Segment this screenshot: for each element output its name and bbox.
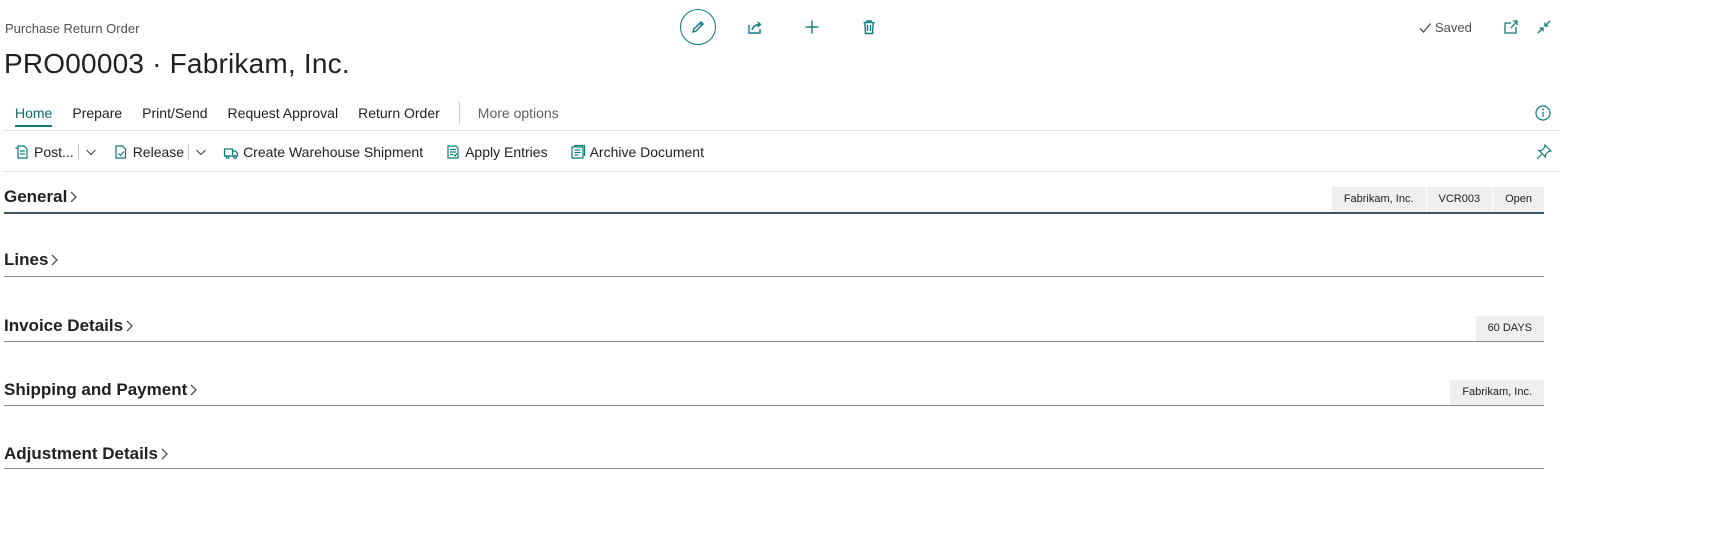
delete-button[interactable] bbox=[851, 9, 887, 45]
new-button[interactable] bbox=[794, 9, 830, 45]
chevron-right-icon bbox=[126, 320, 133, 332]
section-lines: Lines bbox=[4, 250, 1544, 277]
status-badge: Open bbox=[1492, 187, 1544, 212]
tab-request-approval[interactable]: Request Approval bbox=[218, 101, 349, 127]
ship-to-badge: Fabrikam, Inc. bbox=[1449, 380, 1544, 405]
vendor-cr-no-badge: VCR003 bbox=[1425, 187, 1493, 212]
section-title-general: General bbox=[4, 187, 68, 206]
edit-icon bbox=[692, 21, 704, 33]
section-invoice-details: Invoice Details 60 DAYS bbox=[4, 316, 1544, 343]
pin-action-bar-button[interactable] bbox=[1535, 143, 1553, 161]
saved-status: Saved bbox=[1418, 20, 1472, 35]
section-general: General Fabrikam, Inc. VCR003 Open bbox=[4, 187, 1544, 214]
purchase-return-order-page: Purchase Return Order PRO00003 · Fabrika… bbox=[0, 0, 1717, 541]
collapse-button[interactable] bbox=[1535, 18, 1553, 36]
archive-document-label: Archive Document bbox=[589, 144, 704, 160]
split-divider bbox=[77, 144, 79, 160]
section-underline bbox=[4, 405, 1544, 406]
more-options-button[interactable]: More options bbox=[468, 101, 569, 127]
invoice-details-summary-badges: 60 DAYS bbox=[1474, 316, 1544, 341]
chevron-right-icon bbox=[190, 384, 198, 396]
section-adjustment-details: Adjustment Details bbox=[4, 444, 1544, 471]
section-shipping-and-payment: Shipping and Payment Fabrikam, Inc. bbox=[4, 380, 1544, 407]
create-warehouse-shipment-button[interactable]: Create Warehouse Shipment bbox=[223, 144, 423, 160]
section-underline bbox=[4, 468, 1544, 469]
open-in-new-window-icon bbox=[1504, 20, 1518, 34]
page-caption: Purchase Return Order bbox=[5, 21, 140, 36]
invoice-details-section-header[interactable]: Invoice Details bbox=[4, 316, 1544, 336]
general-summary-badges: Fabrikam, Inc. VCR003 Open bbox=[1330, 187, 1544, 212]
section-underline bbox=[4, 212, 1544, 214]
lines-section-header[interactable]: Lines bbox=[4, 250, 1544, 270]
chevron-right-icon bbox=[51, 254, 59, 266]
checkmark-icon bbox=[1419, 22, 1432, 33]
tab-home[interactable]: Home bbox=[5, 101, 62, 127]
post-button[interactable]: Post... bbox=[14, 144, 74, 160]
post-document-icon bbox=[15, 145, 28, 159]
tab-divider bbox=[458, 102, 460, 124]
chevron-down-icon bbox=[196, 149, 206, 156]
release-button[interactable]: Release bbox=[113, 144, 184, 160]
share-icon bbox=[748, 21, 762, 34]
release-label: Release bbox=[132, 144, 185, 160]
edit-button[interactable] bbox=[680, 9, 716, 45]
post-dropdown-button[interactable] bbox=[83, 144, 99, 160]
header-toolbar bbox=[680, 9, 908, 45]
tab-prepare[interactable]: Prepare bbox=[62, 101, 132, 127]
delete-icon bbox=[863, 20, 875, 35]
section-title-adjustment-details: Adjustment Details bbox=[4, 444, 158, 463]
open-new-window-button[interactable] bbox=[1502, 18, 1520, 36]
create-warehouse-shipment-label: Create Warehouse Shipment bbox=[243, 144, 424, 160]
post-label: Post... bbox=[34, 144, 74, 160]
shipping-payment-summary-badges: Fabrikam, Inc. bbox=[1449, 380, 1544, 405]
divider bbox=[4, 130, 1560, 131]
info-icon bbox=[1535, 105, 1551, 121]
payment-terms-badge: 60 DAYS bbox=[1474, 316, 1544, 341]
action-bar: Post... Release Create Warehouse Shipmen… bbox=[14, 141, 726, 163]
vendor-name-badge: Fabrikam, Inc. bbox=[1330, 187, 1426, 212]
apply-entries-button[interactable]: Apply Entries bbox=[445, 144, 548, 160]
release-document-icon bbox=[115, 145, 126, 159]
shipping-and-payment-section-header[interactable]: Shipping and Payment bbox=[4, 380, 1544, 400]
section-title-shipping-and-payment: Shipping and Payment bbox=[4, 380, 188, 399]
pin-icon bbox=[1536, 143, 1553, 160]
post-split-button: Post... bbox=[14, 144, 99, 160]
share-button[interactable] bbox=[737, 9, 773, 45]
release-dropdown-button[interactable] bbox=[193, 144, 209, 160]
warehouse-shipment-icon bbox=[223, 148, 239, 159]
section-title-invoice-details: Invoice Details bbox=[4, 316, 124, 335]
new-icon bbox=[805, 20, 819, 34]
chevron-down-icon bbox=[85, 149, 96, 156]
chevron-right-icon bbox=[161, 448, 168, 460]
tab-print-send[interactable]: Print/Send bbox=[132, 101, 217, 127]
tab-return-order[interactable]: Return Order bbox=[348, 101, 450, 127]
action-tabs: Home Prepare Print/Send Request Approval… bbox=[5, 101, 569, 129]
general-section-header[interactable]: General bbox=[4, 187, 1544, 207]
chevron-right-icon bbox=[70, 191, 78, 203]
apply-entries-label: Apply Entries bbox=[465, 144, 548, 160]
section-title-lines: Lines bbox=[4, 250, 49, 269]
divider bbox=[4, 171, 1560, 172]
collapse-icon bbox=[1537, 20, 1551, 34]
section-underline bbox=[4, 341, 1544, 342]
adjustment-details-section-header[interactable]: Adjustment Details bbox=[4, 444, 1544, 464]
page-title: PRO00003 · Fabrikam, Inc. bbox=[4, 48, 350, 79]
apply-entries-icon bbox=[447, 145, 459, 159]
saved-label: Saved bbox=[1435, 20, 1472, 35]
split-divider bbox=[188, 144, 190, 160]
archive-document-icon bbox=[570, 144, 585, 159]
archive-document-button[interactable]: Archive Document bbox=[570, 144, 704, 160]
section-underline bbox=[4, 276, 1544, 277]
release-split-button: Release bbox=[113, 144, 209, 160]
info-button[interactable] bbox=[1534, 104, 1552, 122]
